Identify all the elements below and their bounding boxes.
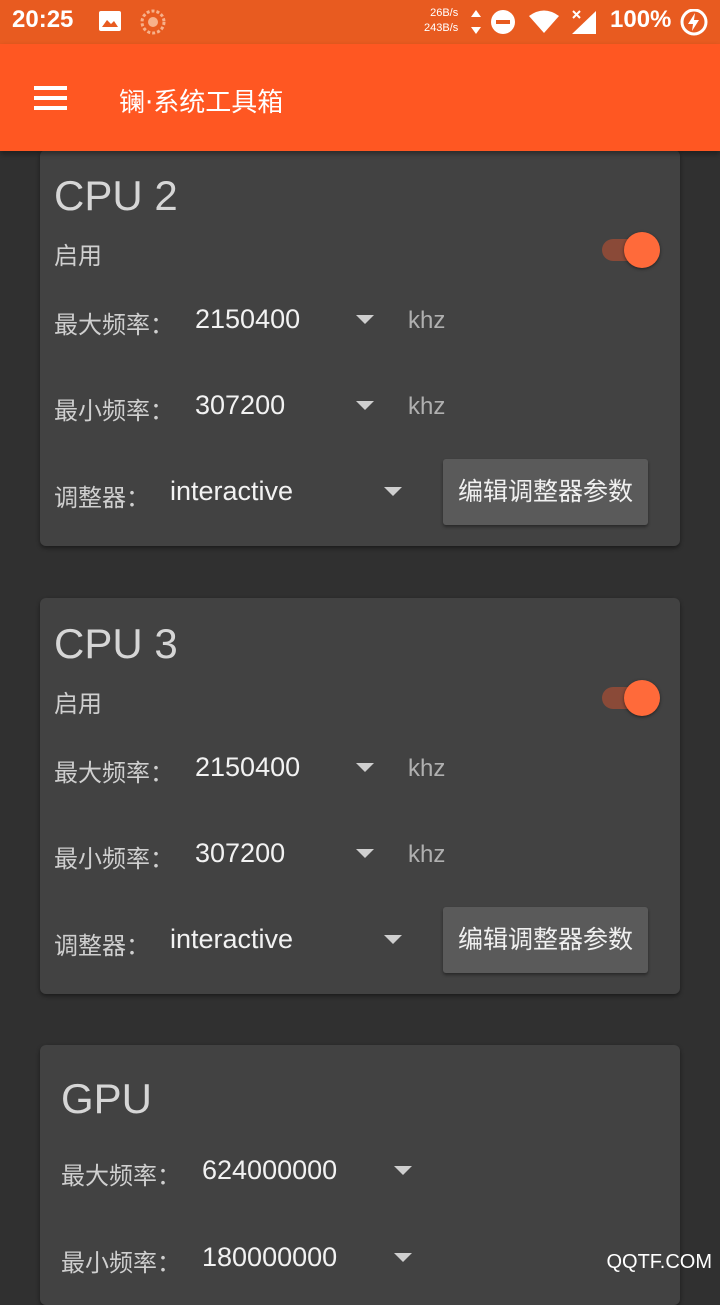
- chevron-down-icon: [356, 315, 374, 324]
- watermark: QQTF.COM: [606, 1251, 712, 1273]
- max-freq-unit: khz: [408, 307, 446, 334]
- min-freq-dropdown[interactable]: 307200: [190, 376, 390, 436]
- chevron-down-icon: [394, 1166, 412, 1175]
- do-not-disturb-icon: [491, 10, 515, 34]
- min-freq-value: 307200: [195, 390, 286, 420]
- status-time: 20:25: [12, 6, 74, 33]
- gpu-card: GPU 最大频率： 624000000 最小频率： 180000000: [40, 1045, 680, 1305]
- max-freq-label: 最大频率：: [61, 1162, 181, 1190]
- max-freq-dropdown[interactable]: 2150400: [190, 738, 390, 798]
- cpu-title: CPU 3: [54, 620, 178, 667]
- battery-level: 100%: [610, 6, 672, 33]
- governor-value: interactive: [170, 476, 294, 506]
- governor-dropdown[interactable]: interactive: [166, 910, 406, 970]
- chevron-down-icon: [356, 401, 374, 410]
- min-freq-label: 最小频率：: [54, 845, 174, 873]
- min-freq-value: 307200: [195, 838, 286, 868]
- net-down: 243B/s: [424, 22, 459, 34]
- chevron-down-icon: [356, 763, 374, 772]
- max-freq-value: 624000000: [202, 1155, 338, 1185]
- max-freq-value: 2150400: [195, 304, 301, 334]
- max-freq-label: 最大频率：: [54, 759, 174, 787]
- wifi-icon: [529, 10, 559, 33]
- app-title: 镧·系统工具箱: [119, 88, 284, 118]
- max-freq-value: 2150400: [195, 752, 301, 782]
- gpu-max-freq-dropdown[interactable]: 624000000: [198, 1141, 418, 1201]
- governor-dropdown[interactable]: interactive: [166, 462, 406, 522]
- governor-label: 调整器：: [54, 932, 150, 960]
- max-freq-dropdown[interactable]: 2150400: [190, 290, 390, 350]
- net-up: 26B/s: [430, 7, 459, 19]
- chevron-down-icon: [356, 849, 374, 858]
- governor-label: 调整器：: [54, 484, 150, 512]
- edit-governor-button[interactable]: 编辑调整器参数: [443, 907, 648, 973]
- cpu-title: CPU 2: [54, 172, 178, 219]
- battery-charging-icon: [680, 9, 708, 36]
- image-notification-icon: [99, 11, 121, 31]
- edit-governor-button[interactable]: 编辑调整器参数: [443, 459, 648, 525]
- status-bar: 20:25 26B/s 243B/s 100%: [0, 0, 720, 44]
- data-arrows-icon: [471, 10, 481, 34]
- max-freq-label: 最大频率：: [54, 311, 174, 339]
- chevron-down-icon: [384, 935, 402, 944]
- chevron-down-icon: [394, 1253, 412, 1262]
- app-notification-icon: [140, 9, 166, 35]
- max-freq-unit: khz: [408, 755, 446, 782]
- app-bar: 镧·系统工具箱: [0, 44, 720, 151]
- enable-toggle[interactable]: [602, 230, 662, 270]
- network-speed: 26B/s 243B/s: [424, 6, 458, 36]
- enable-label: 启用: [54, 690, 102, 718]
- enable-toggle[interactable]: [602, 678, 662, 718]
- gpu-min-freq-dropdown[interactable]: 180000000: [198, 1228, 418, 1288]
- min-freq-label: 最小频率：: [61, 1249, 181, 1277]
- min-freq-unit: khz: [408, 841, 446, 868]
- governor-value: interactive: [170, 924, 294, 954]
- cell-signal-icon: [572, 10, 596, 34]
- min-freq-label: 最小频率：: [54, 397, 174, 425]
- gpu-title: GPU: [61, 1075, 153, 1122]
- cpu-card-3: CPU 3 启用 最大频率： 2150400 khz 最小频率： 307200 …: [40, 598, 680, 994]
- min-freq-value: 180000000: [202, 1242, 338, 1272]
- chevron-down-icon: [384, 487, 402, 496]
- min-freq-unit: khz: [408, 393, 446, 420]
- menu-icon[interactable]: [34, 86, 67, 110]
- cpu-card-2: CPU 2 启用 最大频率： 2150400 khz 最小频率： 307200 …: [40, 150, 680, 546]
- min-freq-dropdown[interactable]: 307200: [190, 824, 390, 884]
- enable-label: 启用: [54, 242, 102, 270]
